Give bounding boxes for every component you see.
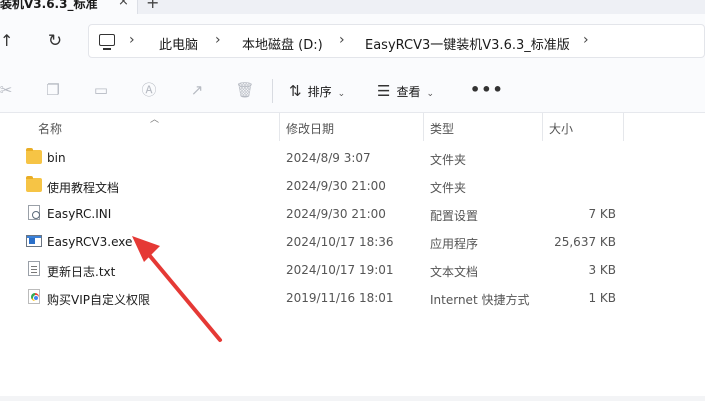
sort-caret-icon: ︿: [150, 115, 160, 125]
address-row: ↑ ↻ › 此电脑 › 本地磁盘 (D:) › EasyRCV3一键装机V3.6…: [0, 14, 705, 69]
up-arrow-icon[interactable]: ↑: [0, 30, 16, 52]
tab-strip: 装机V3.6.3_标准 × +: [0, 0, 705, 14]
sort-icon: ⇅: [289, 82, 302, 100]
computer-icon: [99, 34, 115, 50]
file-size: 1 KB: [588, 291, 616, 305]
file-type: 文本文档: [430, 265, 479, 279]
breadcrumb-easyrc-folder[interactable]: EasyRCV3一键装机V3.6.3_标准版: [365, 34, 570, 53]
breadcrumb-separator-icon[interactable]: ›: [583, 32, 589, 48]
share-icon[interactable]: ↗: [187, 80, 207, 100]
folder-icon: [26, 176, 42, 192]
view-label: 查看: [396, 85, 421, 99]
cut-icon[interactable]: ✂: [0, 80, 16, 100]
file-size: 3 KB: [588, 263, 616, 277]
exe-file-icon: [26, 235, 42, 247]
file-size: 7 KB: [588, 207, 616, 221]
tab-title: 装机V3.6.3_标准: [0, 0, 98, 11]
delete-icon[interactable]: 🗑: [235, 80, 255, 100]
file-size: 25,637 KB: [554, 235, 616, 249]
file-date: 2024/10/17 19:01: [286, 263, 394, 277]
tab-current[interactable]: 装机V3.6.3_标准 ×: [0, 0, 138, 14]
column-divider[interactable]: [542, 113, 543, 141]
column-divider[interactable]: [423, 113, 424, 141]
address-bar[interactable]: › 此电脑 › 本地磁盘 (D:) › EasyRCV3一键装机V3.6.3_标…: [88, 24, 705, 58]
sort-label: 排序: [307, 85, 332, 99]
more-options-button[interactable]: •••: [470, 80, 504, 99]
file-row[interactable]: 购买VIP自定义权限 2019/11/16 18:01 Internet 快捷方…: [0, 284, 705, 312]
column-divider[interactable]: [279, 113, 280, 141]
file-name: 更新日志.txt: [47, 265, 116, 279]
file-date: 2024/8/9 3:07: [286, 151, 371, 165]
new-tab-icon[interactable]: +: [146, 0, 159, 12]
file-type: Internet 快捷方式: [430, 293, 530, 307]
column-header: ︿ 名称 修改日期 类型 大小: [0, 113, 705, 141]
file-row[interactable]: EasyRCV3.exe 2024/10/17 18:36 应用程序 25,63…: [0, 228, 705, 256]
file-name: 使用教程文档: [47, 181, 120, 195]
breadcrumb-separator-icon[interactable]: ›: [215, 32, 221, 48]
chevron-down-icon: ⌄: [337, 89, 346, 99]
refresh-icon[interactable]: ↻: [44, 30, 66, 52]
file-date: 2019/11/16 18:01: [286, 291, 394, 305]
file-row[interactable]: 使用教程文档 2024/9/30 21:00 文件夹: [0, 172, 705, 200]
horizontal-scrollbar[interactable]: [0, 396, 705, 401]
column-type[interactable]: 类型: [430, 120, 454, 137]
chevron-down-icon: ⌄: [426, 89, 435, 99]
file-name: bin: [47, 151, 66, 165]
file-name: EasyRC.INI: [47, 207, 112, 221]
file-row[interactable]: 更新日志.txt 2024/10/17 19:01 文本文档 3 KB: [0, 256, 705, 284]
file-date: 2024/9/30 21:00: [286, 179, 386, 193]
breadcrumb-this-pc[interactable]: 此电脑: [159, 34, 198, 53]
txt-file-icon: [28, 261, 40, 276]
toolbar-divider: [272, 79, 273, 103]
file-date: 2024/10/17 18:36: [286, 235, 394, 249]
file-type: 配置设置: [430, 209, 479, 223]
paste-icon[interactable]: ▭: [91, 80, 111, 100]
file-row[interactable]: EasyRC.INI 2024/9/30 21:00 配置设置 7 KB: [0, 200, 705, 228]
breadcrumb-separator-icon[interactable]: ›: [339, 32, 345, 48]
command-toolbar: ✂ ❐ ▭ Ⓐ ↗ 🗑 ⇅ 排序 ⌄ ☰ 查看 ⌄ •••: [0, 69, 705, 113]
file-name: EasyRCV3.exe: [47, 235, 133, 249]
rename-icon[interactable]: Ⓐ: [139, 80, 159, 100]
column-size[interactable]: 大小: [549, 120, 573, 137]
sort-button[interactable]: ⇅ 排序 ⌄: [289, 80, 345, 102]
copy-icon[interactable]: ❐: [43, 80, 63, 100]
file-type: 文件夹: [430, 153, 467, 167]
internet-shortcut-icon: [28, 289, 40, 304]
column-date[interactable]: 修改日期: [286, 120, 334, 137]
ini-file-icon: [28, 205, 40, 220]
column-divider[interactable]: [623, 113, 624, 141]
file-type: 文件夹: [430, 181, 467, 195]
file-name: 购买VIP自定义权限: [47, 293, 150, 307]
close-icon[interactable]: ×: [118, 0, 129, 9]
file-row[interactable]: bin 2024/8/9 3:07 文件夹: [0, 144, 705, 172]
folder-icon: [26, 148, 42, 164]
breadcrumb-drive-d[interactable]: 本地磁盘 (D:): [242, 34, 323, 53]
column-name[interactable]: 名称: [38, 120, 62, 137]
breadcrumb-separator-icon[interactable]: ›: [129, 32, 135, 48]
view-icon: ☰: [377, 82, 391, 100]
view-button[interactable]: ☰ 查看 ⌄: [377, 80, 434, 102]
file-date: 2024/9/30 21:00: [286, 207, 386, 221]
file-type: 应用程序: [430, 237, 479, 251]
